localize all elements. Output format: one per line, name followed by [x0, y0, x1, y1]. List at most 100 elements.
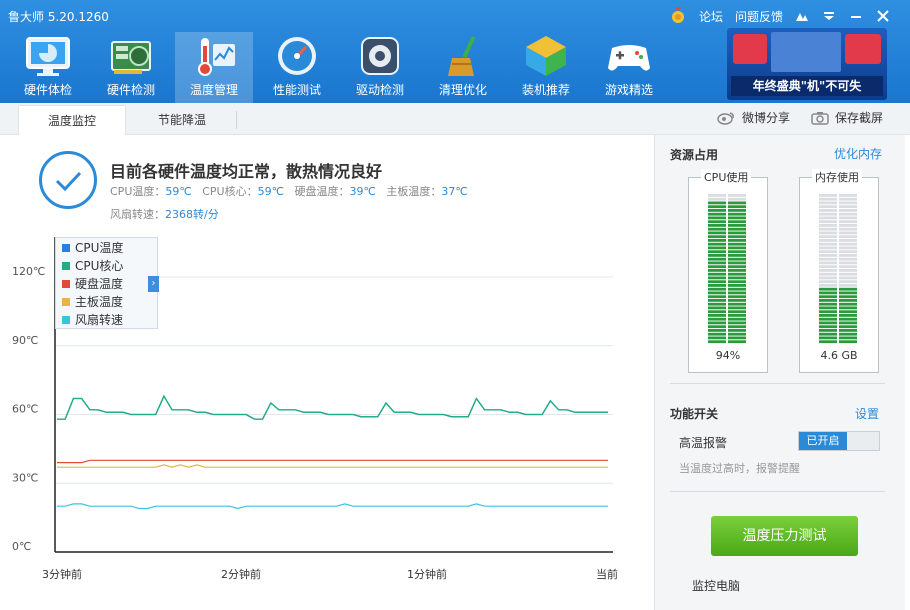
meter-segment [708, 194, 726, 197]
nav-hardware-detect[interactable]: 硬件检测 [92, 32, 170, 103]
meter-segment [728, 261, 746, 265]
x-tick-label: 2分钟前 [221, 567, 261, 581]
legend-collapse-arrow-icon[interactable]: › [148, 276, 159, 292]
meter-segment [728, 317, 746, 321]
meter-segment [839, 295, 857, 299]
meter-segment [728, 246, 746, 250]
meter-segment [728, 220, 746, 224]
legend-item-disk-temp[interactable]: 硬盘温度 [62, 275, 123, 293]
meter-segment [728, 287, 746, 291]
status-temps: CPU温度：59℃ CPU核心：59℃ 硬盘温度：39℃ 主板温度：37℃ [110, 183, 468, 199]
tab-divider [236, 111, 237, 129]
tab-energy-saving[interactable]: 节能降温 [128, 105, 236, 135]
series-line-4 [57, 503, 608, 510]
meter-segment [728, 269, 746, 272]
menu-icon[interactable] [820, 6, 838, 26]
meter-segment [819, 295, 837, 299]
meter-segment [728, 194, 746, 197]
meter-segment [839, 220, 857, 224]
meter-segment [728, 257, 746, 261]
x-tick-label: 当前 [596, 567, 618, 581]
legend-swatch [62, 244, 70, 252]
meter-segment [728, 299, 746, 302]
promo-banner[interactable]: 年终盛典"机"不可失 [727, 28, 887, 100]
temperature-stress-test-button[interactable]: 温度压力测试 [711, 516, 858, 556]
meter-segment [708, 340, 726, 344]
meter-segment [708, 246, 726, 250]
close-icon[interactable] [874, 6, 892, 26]
nav-cleanup[interactable]: 清理优化 [424, 32, 502, 103]
meter-segment [728, 295, 746, 299]
meter-segment [708, 306, 726, 310]
app-title: 鲁大师 5.20.1260 [8, 10, 109, 24]
promo-banner-text: 年终盛典"机"不可失 [731, 76, 883, 96]
meter-segment [839, 291, 857, 295]
meter-segment [839, 212, 857, 216]
nav-label: 性能测试 [272, 83, 321, 97]
meter-segment [819, 340, 837, 344]
legend-item-cpu-core[interactable]: CPU核心 [62, 257, 123, 275]
tab-temperature-monitor[interactable]: 温度监控 [18, 105, 126, 135]
meter-segment [708, 291, 726, 295]
meter-segment [819, 317, 837, 321]
meter-segment [728, 314, 746, 317]
legend-item-cpu-temp[interactable]: CPU温度 [62, 239, 123, 257]
legend-item-fan-speed[interactable]: 风扇转速 [62, 311, 123, 329]
feedback-link[interactable]: 问题反馈 [732, 6, 786, 26]
weibo-share-button[interactable]: 微博分享 [716, 109, 790, 126]
status-ok-icon [39, 151, 97, 209]
cpu-usage-bars [708, 194, 746, 344]
meter-segment [839, 246, 857, 250]
gamepad-icon [608, 45, 650, 71]
meter-segment [708, 212, 726, 216]
forum-link[interactable]: 论坛 [697, 6, 725, 26]
meter-segment [819, 246, 837, 250]
meter-segment [839, 242, 857, 246]
memory-usage-value: 4.6 GB [820, 349, 858, 362]
save-screenshot-button[interactable]: 保存截屏 [811, 109, 883, 126]
meter-segment [728, 250, 746, 254]
nav-performance[interactable]: 性能测试 [258, 32, 336, 103]
sub-tab-bar: 温度监控 节能降温 微博分享 保存截屏 [0, 103, 910, 135]
cpu-core-label: CPU核心： [202, 185, 258, 198]
high-temp-alarm-toggle[interactable]: 已开启 [798, 431, 880, 451]
meter-segment [708, 231, 726, 235]
chart-legend: CPU温度 CPU核心 硬盘温度 主板温度 风扇转速 [55, 237, 158, 329]
cpu-usage-value: 94% [715, 349, 741, 362]
nav-games[interactable]: 游戏精选 [590, 32, 668, 103]
nav-label: 装机推荐 [521, 83, 570, 97]
meter-segment [839, 205, 857, 209]
meter-segment [819, 205, 837, 209]
skin-icon[interactable] [793, 6, 811, 26]
toggle-on-state: 已开启 [799, 432, 847, 450]
meter-segment [839, 272, 857, 276]
meter-segment [839, 276, 857, 280]
meter-segment [708, 261, 726, 265]
meter-segment [708, 220, 726, 224]
nav-build-recommend[interactable]: 装机推荐 [507, 32, 585, 103]
meter-segment [839, 194, 857, 197]
optimize-memory-link[interactable]: 优化内存 [834, 145, 882, 162]
settings-link[interactable]: 设置 [855, 405, 879, 422]
legend-item-board-temp[interactable]: 主板温度 [62, 293, 123, 311]
meter-segment [728, 336, 746, 340]
meter-segment [708, 302, 726, 306]
nav-driver[interactable]: 驱动检测 [341, 32, 419, 103]
nav-temperature[interactable]: 温度管理 [175, 32, 253, 103]
cpu-core-value: 59℃ [257, 185, 284, 198]
minimize-icon[interactable] [847, 6, 865, 26]
nav-label: 温度管理 [189, 83, 238, 97]
meter-segment [708, 235, 726, 239]
meter-segment [839, 257, 857, 261]
nav-hardware-checkup[interactable]: 硬件体检 [9, 32, 87, 103]
x-tick-label: 3分钟前 [42, 567, 82, 581]
meter-segment [708, 325, 726, 329]
weibo-icon [717, 111, 734, 125]
meter-segment [728, 276, 746, 280]
x-tick-label: 1分钟前 [407, 567, 447, 581]
medal-icon[interactable] [669, 6, 687, 26]
y-tick-label: 60℃ [12, 403, 38, 416]
meter-segment [839, 329, 857, 332]
meter-segment [839, 306, 857, 310]
meter-segment [819, 254, 837, 257]
